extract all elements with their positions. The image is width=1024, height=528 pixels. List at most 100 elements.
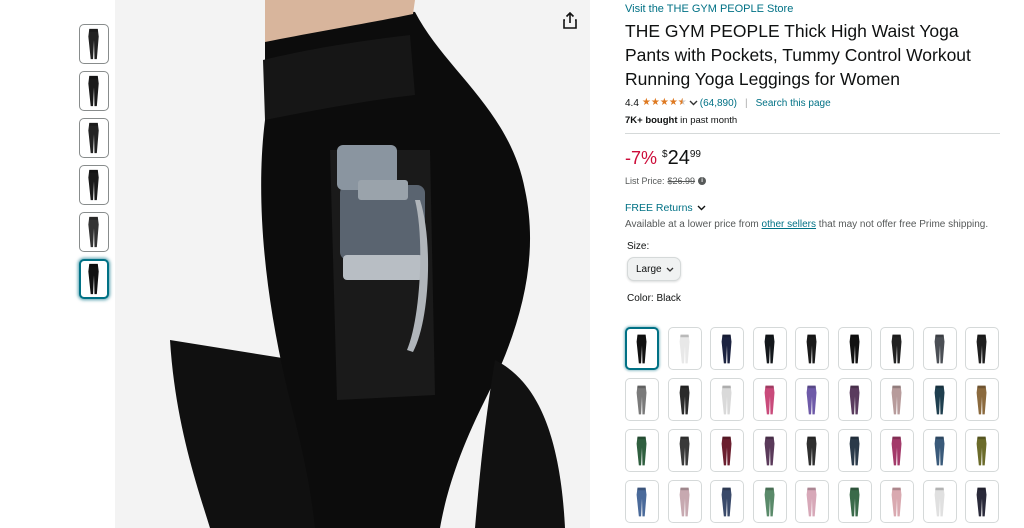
leggings-icon <box>636 436 647 465</box>
size-dropdown[interactable]: Large <box>627 257 681 281</box>
star-rating[interactable]: ★ ★ ★ ★ ★ <box>642 98 687 108</box>
leggings-icon <box>849 385 859 414</box>
star-icon: ★ <box>668 97 678 108</box>
thumbnail[interactable] <box>79 165 109 205</box>
color-swatch[interactable] <box>625 327 659 370</box>
leggings-icon <box>976 385 987 414</box>
color-swatch[interactable] <box>752 327 787 370</box>
info-icon[interactable]: i <box>698 177 707 185</box>
leggings-icon <box>849 436 859 465</box>
leggings-icon <box>764 385 774 414</box>
color-swatch[interactable] <box>752 429 787 472</box>
star-icon: ★ <box>659 97 669 108</box>
leggings-icon <box>721 385 732 414</box>
star-icon: ★ <box>650 97 660 108</box>
color-swatch[interactable] <box>752 378 787 421</box>
leggings-icon <box>806 385 817 414</box>
chevron-down-icon[interactable] <box>689 100 698 106</box>
color-swatch[interactable] <box>922 480 957 523</box>
color-swatch[interactable] <box>795 378 829 421</box>
availability-prefix: Available at a lower price from <box>625 219 762 230</box>
leggings-icon <box>976 436 987 465</box>
leggings-icon <box>849 334 859 363</box>
bought-count: 7K+ bought in past month <box>625 115 1005 126</box>
leggings-icon <box>88 75 99 107</box>
list-price-value: $26.99 <box>667 176 696 186</box>
thumbnail-strip <box>79 24 111 306</box>
color-swatch[interactable] <box>667 429 702 472</box>
color-swatch[interactable] <box>795 480 829 523</box>
color-swatch[interactable] <box>710 480 744 523</box>
leggings-icon <box>721 436 732 465</box>
leggings-icon <box>976 334 987 363</box>
leggings-icon <box>891 385 902 414</box>
leggings-icon <box>891 487 902 516</box>
color-swatch[interactable] <box>795 429 829 472</box>
color-swatch[interactable] <box>752 480 787 523</box>
color-swatch[interactable] <box>837 327 872 370</box>
color-swatch[interactable] <box>965 429 999 472</box>
leggings-icon <box>88 122 99 154</box>
chevron-down-icon <box>697 205 706 211</box>
size-label: Size: <box>627 241 650 252</box>
leggings-icon <box>806 436 817 465</box>
color-swatch[interactable] <box>922 429 957 472</box>
color-swatch[interactable] <box>667 480 702 523</box>
leggings-icon <box>891 334 902 363</box>
color-swatch[interactable] <box>710 378 744 421</box>
leggings-photo <box>115 0 590 528</box>
thumbnail[interactable] <box>79 118 109 158</box>
thumbnail[interactable] <box>79 71 109 111</box>
leggings-icon <box>806 487 817 516</box>
leggings-icon <box>849 487 859 516</box>
color-swatch[interactable] <box>795 327 829 370</box>
color-swatch[interactable] <box>625 378 659 421</box>
color-swatch[interactable] <box>880 429 914 472</box>
availability-note: Available at a lower price from other se… <box>625 217 997 233</box>
share-button[interactable] <box>559 10 581 32</box>
color-swatch[interactable] <box>667 327 702 370</box>
color-swatch[interactable] <box>880 378 914 421</box>
leggings-icon <box>764 436 774 465</box>
leggings-icon <box>679 436 689 465</box>
leggings-icon <box>934 436 944 465</box>
bought-count-rest: in past month <box>677 115 738 126</box>
color-swatch[interactable] <box>837 378 872 421</box>
color-swatch[interactable] <box>922 378 957 421</box>
star-icon: ★ <box>641 97 651 108</box>
color-swatch[interactable] <box>710 429 744 472</box>
color-swatch[interactable] <box>625 429 659 472</box>
main-product-image[interactable] <box>115 0 590 528</box>
color-swatch[interactable] <box>625 480 659 523</box>
color-swatch[interactable] <box>922 327 957 370</box>
color-selected-value: Black <box>656 293 681 304</box>
rating-row: 4.4 ★ ★ ★ ★ ★ (64,890) | Search this pag… <box>625 96 1005 110</box>
color-label-text: Color: <box>627 293 654 304</box>
color-swatch[interactable] <box>965 327 999 370</box>
color-swatch[interactable] <box>710 327 744 370</box>
color-swatch[interactable] <box>965 480 999 523</box>
rating-value: 4.4 <box>625 97 639 109</box>
thumbnail[interactable] <box>79 212 109 252</box>
color-swatch[interactable] <box>837 480 872 523</box>
leggings-icon <box>636 334 647 363</box>
store-link[interactable]: Visit the THE GYM PEOPLE Store <box>625 3 1005 16</box>
product-info: Visit the THE GYM PEOPLE Store THE GYM P… <box>625 0 1005 304</box>
other-sellers-link[interactable]: other sellers <box>762 219 816 230</box>
leggings-icon <box>976 487 987 516</box>
thumbnail[interactable] <box>79 259 109 299</box>
leggings-icon <box>764 487 774 516</box>
free-returns-link[interactable]: FREE Returns <box>625 202 1005 214</box>
color-swatch[interactable] <box>837 429 872 472</box>
thumbnail[interactable] <box>79 24 109 64</box>
search-page-link[interactable]: Search this page <box>756 98 831 109</box>
color-swatch[interactable] <box>880 327 914 370</box>
leggings-icon <box>891 436 902 465</box>
rating-count-link[interactable]: (64,890) <box>700 98 737 109</box>
color-swatch[interactable] <box>965 378 999 421</box>
leggings-icon <box>679 334 689 363</box>
color-swatch[interactable] <box>880 480 914 523</box>
leggings-icon <box>88 169 99 201</box>
leggings-icon <box>88 263 99 295</box>
color-swatch[interactable] <box>667 378 702 421</box>
